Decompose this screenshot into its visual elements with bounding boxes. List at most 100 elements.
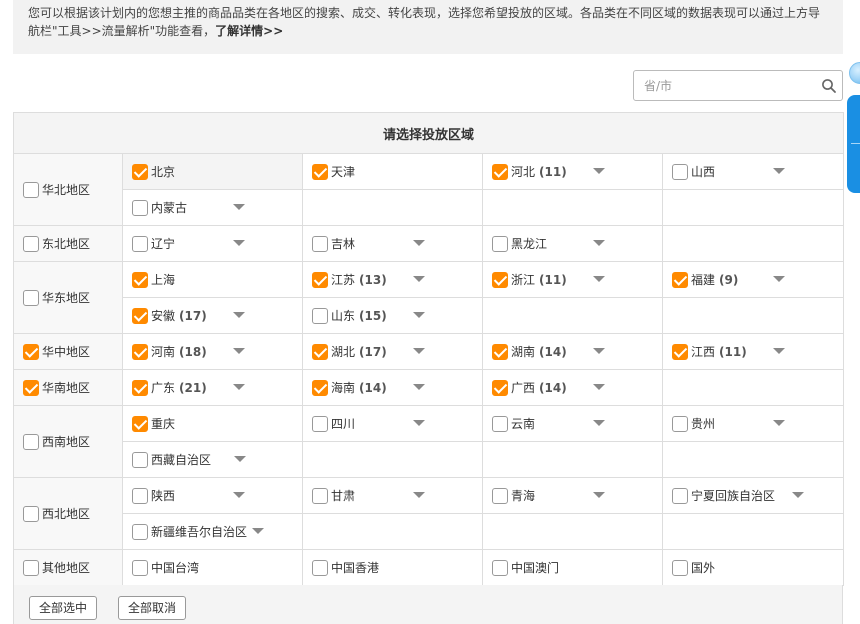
province-item[interactable]: 西藏自治区 — [132, 451, 302, 468]
province-cell[interactable]: 辽宁 — [122, 225, 303, 262]
chevron-down-icon[interactable] — [593, 348, 605, 354]
chevron-down-icon[interactable] — [413, 240, 425, 246]
province-checkbox[interactable] — [312, 343, 328, 360]
province-cell[interactable]: 安徽 (17) — [122, 297, 303, 334]
province-cell[interactable]: 黑龙江 — [482, 225, 663, 262]
chevron-down-icon[interactable] — [233, 204, 245, 210]
chevron-down-icon[interactable] — [773, 168, 785, 174]
province-item[interactable]: 中国台湾 — [132, 559, 302, 576]
province-item[interactable]: 重庆 — [132, 415, 302, 432]
province-item[interactable]: 上海 — [132, 271, 302, 288]
province-checkbox[interactable] — [672, 487, 688, 504]
province-checkbox[interactable] — [672, 271, 688, 288]
assistant-bubble-icon[interactable] — [849, 62, 860, 84]
province-cell[interactable]: 湖北 (17) — [302, 333, 483, 370]
province-checkbox[interactable] — [132, 163, 148, 180]
province-checkbox[interactable] — [132, 343, 148, 360]
province-checkbox[interactable] — [312, 559, 328, 576]
chevron-down-icon[interactable] — [252, 528, 264, 534]
province-item[interactable]: 青海 — [492, 487, 662, 504]
region-checkbox[interactable] — [23, 289, 39, 306]
chevron-down-icon[interactable] — [234, 456, 246, 462]
province-cell[interactable]: 国外 — [661, 549, 845, 586]
province-cell[interactable]: 广东 (21) — [122, 369, 303, 406]
province-cell[interactable]: 贵州 — [661, 405, 845, 442]
province-item[interactable]: 河南 (18) — [132, 343, 302, 360]
chevron-down-icon[interactable] — [413, 276, 425, 282]
province-checkbox[interactable] — [492, 271, 508, 288]
province-item[interactable]: 福建 (9) — [672, 271, 843, 288]
province-cell[interactable]: 山西 — [661, 153, 845, 190]
province-checkbox[interactable] — [132, 523, 148, 540]
province-item[interactable]: 山东 (15) — [312, 307, 482, 324]
province-item[interactable]: 湖南 (14) — [492, 343, 662, 360]
province-cell[interactable]: 新疆维吾尔自治区 — [122, 513, 303, 550]
province-cell[interactable]: 海南 (14) — [302, 369, 483, 406]
province-checkbox[interactable] — [132, 307, 148, 324]
province-checkbox[interactable] — [312, 163, 328, 180]
province-item[interactable]: 江苏 (13) — [312, 271, 482, 288]
region-checkbox[interactable] — [23, 505, 39, 522]
region-cell[interactable]: 华东地区 — [13, 261, 123, 334]
region-cell[interactable]: 西南地区 — [13, 405, 123, 478]
region-cell[interactable]: 华南地区 — [13, 369, 123, 406]
province-checkbox[interactable] — [132, 379, 148, 396]
chevron-down-icon[interactable] — [593, 384, 605, 390]
province-item[interactable]: 四川 — [312, 415, 482, 432]
province-cell[interactable]: 青海 — [482, 477, 663, 514]
province-item[interactable]: 北京 — [132, 163, 302, 180]
province-checkbox[interactable] — [672, 343, 688, 360]
chevron-down-icon[interactable] — [233, 240, 245, 246]
chevron-down-icon[interactable] — [792, 492, 804, 498]
province-item[interactable]: 贵州 — [672, 415, 843, 432]
chevron-down-icon[interactable] — [413, 348, 425, 354]
learn-more-link[interactable]: 了解详情>> — [215, 24, 283, 38]
region-checkbox[interactable] — [23, 559, 39, 576]
province-item[interactable]: 河北 (11) — [492, 163, 662, 180]
province-cell[interactable]: 天津 — [302, 153, 483, 190]
province-cell[interactable]: 湖南 (14) — [482, 333, 663, 370]
province-checkbox[interactable] — [132, 451, 148, 468]
chevron-down-icon[interactable] — [593, 276, 605, 282]
province-checkbox[interactable] — [492, 163, 508, 180]
province-cell[interactable]: 宁夏回族自治区 — [661, 477, 845, 514]
province-checkbox[interactable] — [312, 487, 328, 504]
province-checkbox[interactable] — [492, 559, 508, 576]
search-icon[interactable] — [821, 78, 837, 94]
chevron-down-icon[interactable] — [593, 168, 605, 174]
province-cell[interactable]: 中国台湾 — [122, 549, 303, 586]
chevron-down-icon[interactable] — [413, 420, 425, 426]
province-checkbox[interactable] — [672, 559, 688, 576]
province-item[interactable]: 湖北 (17) — [312, 343, 482, 360]
province-item[interactable]: 国外 — [672, 559, 843, 576]
province-item[interactable]: 安徽 (17) — [132, 307, 302, 324]
chevron-down-icon[interactable] — [593, 420, 605, 426]
province-checkbox[interactable] — [132, 235, 148, 252]
region-cell[interactable]: 东北地区 — [13, 225, 123, 262]
province-item[interactable]: 陕西 — [132, 487, 302, 504]
province-item[interactable]: 云南 — [492, 415, 662, 432]
chevron-down-icon[interactable] — [773, 348, 785, 354]
province-cell[interactable]: 中国香港 — [302, 549, 483, 586]
side-panel-tab[interactable] — [847, 95, 860, 193]
chevron-down-icon[interactable] — [773, 276, 785, 282]
province-checkbox[interactable] — [312, 307, 328, 324]
chevron-down-icon[interactable] — [233, 348, 245, 354]
chevron-down-icon[interactable] — [773, 420, 785, 426]
province-checkbox[interactable] — [132, 415, 148, 432]
province-checkbox[interactable] — [132, 199, 148, 216]
province-cell[interactable]: 江西 (11) — [661, 333, 845, 370]
province-checkbox[interactable] — [132, 559, 148, 576]
chevron-down-icon[interactable] — [413, 384, 425, 390]
province-item[interactable]: 江西 (11) — [672, 343, 843, 360]
chevron-down-icon[interactable] — [233, 312, 245, 318]
province-checkbox[interactable] — [312, 415, 328, 432]
province-cell[interactable]: 重庆 — [122, 405, 303, 442]
region-cell[interactable]: 华中地区 — [13, 333, 123, 370]
province-checkbox[interactable] — [492, 379, 508, 396]
province-cell[interactable]: 内蒙古 — [122, 189, 303, 226]
chevron-down-icon[interactable] — [593, 492, 605, 498]
chevron-down-icon[interactable] — [413, 312, 425, 318]
chevron-down-icon[interactable] — [413, 492, 425, 498]
region-cell[interactable]: 其他地区 — [13, 549, 123, 586]
